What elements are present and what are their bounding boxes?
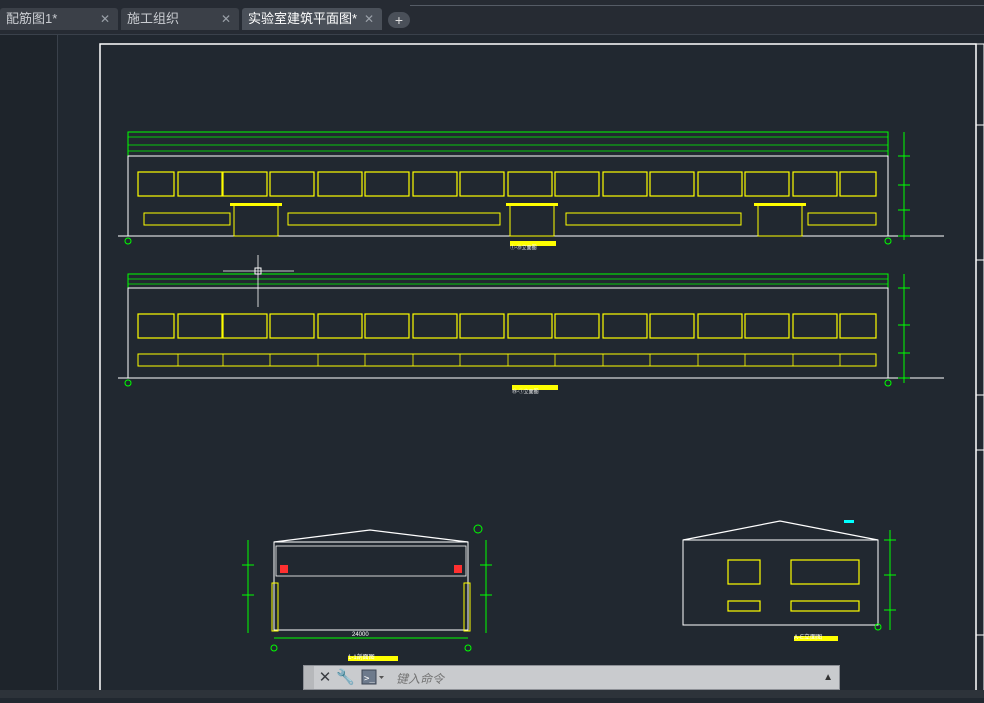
elevation-bottom — [118, 255, 944, 390]
drawing-canvas[interactable]: ①-⑲立面图 ⑲-①立面图 24000 1-1剖面图 A-E立面图 — [58, 35, 984, 699]
command-line: ✕ 🔧 >_ ▲ — [303, 665, 840, 690]
command-prompt-icon[interactable]: >_ — [360, 668, 390, 687]
side-elevation-label: A-E立面图 — [794, 633, 822, 641]
drawing-svg: ①-⑲立面图 ⑲-①立面图 24000 1-1剖面图 A-E立面图 — [99, 43, 984, 699]
section-label: 1-1剖面图 — [348, 653, 375, 661]
title-block — [975, 43, 984, 699]
add-tab-button[interactable]: + — [388, 12, 410, 28]
close-icon[interactable]: ✕ — [100, 8, 110, 30]
tab-bar: 配筋图1* ✕ 施工组织 ✕ 实验室建筑平面图* ✕ + — [0, 0, 984, 35]
tabbar-divider — [410, 5, 984, 6]
tab-peijin[interactable]: 配筋图1* ✕ — [0, 8, 118, 30]
tab-shigong[interactable]: 施工组织 ✕ — [121, 8, 239, 30]
sheet-border — [99, 43, 977, 699]
section-width-dim: 24000 — [352, 632, 369, 638]
chevron-up-icon[interactable]: ▲ — [823, 668, 833, 687]
tab-lab-plan[interactable]: 实验室建筑平面图* ✕ — [242, 8, 382, 30]
status-bar — [0, 690, 984, 698]
elevation-top-label: ①-⑲立面图 — [510, 244, 537, 251]
svg-text:>_: >_ — [364, 674, 375, 684]
tab-label: 实验室建筑平面图* — [248, 11, 358, 26]
elevation-side — [682, 520, 896, 641]
command-input[interactable] — [394, 668, 818, 689]
left-panel — [0, 35, 58, 698]
elevation-top — [118, 131, 944, 246]
tab-label: 配筋图1* — [6, 11, 58, 26]
elevation-bottom-label: ⑲-①立面图 — [512, 388, 539, 395]
command-grip[interactable] — [304, 666, 314, 689]
close-icon[interactable]: ✕ — [364, 8, 374, 30]
section-1-1 — [242, 524, 492, 661]
close-icon[interactable]: ✕ — [316, 668, 334, 687]
tab-label: 施工组织 — [127, 11, 180, 26]
close-icon[interactable]: ✕ — [221, 8, 231, 30]
wrench-icon[interactable]: 🔧 — [336, 668, 355, 687]
